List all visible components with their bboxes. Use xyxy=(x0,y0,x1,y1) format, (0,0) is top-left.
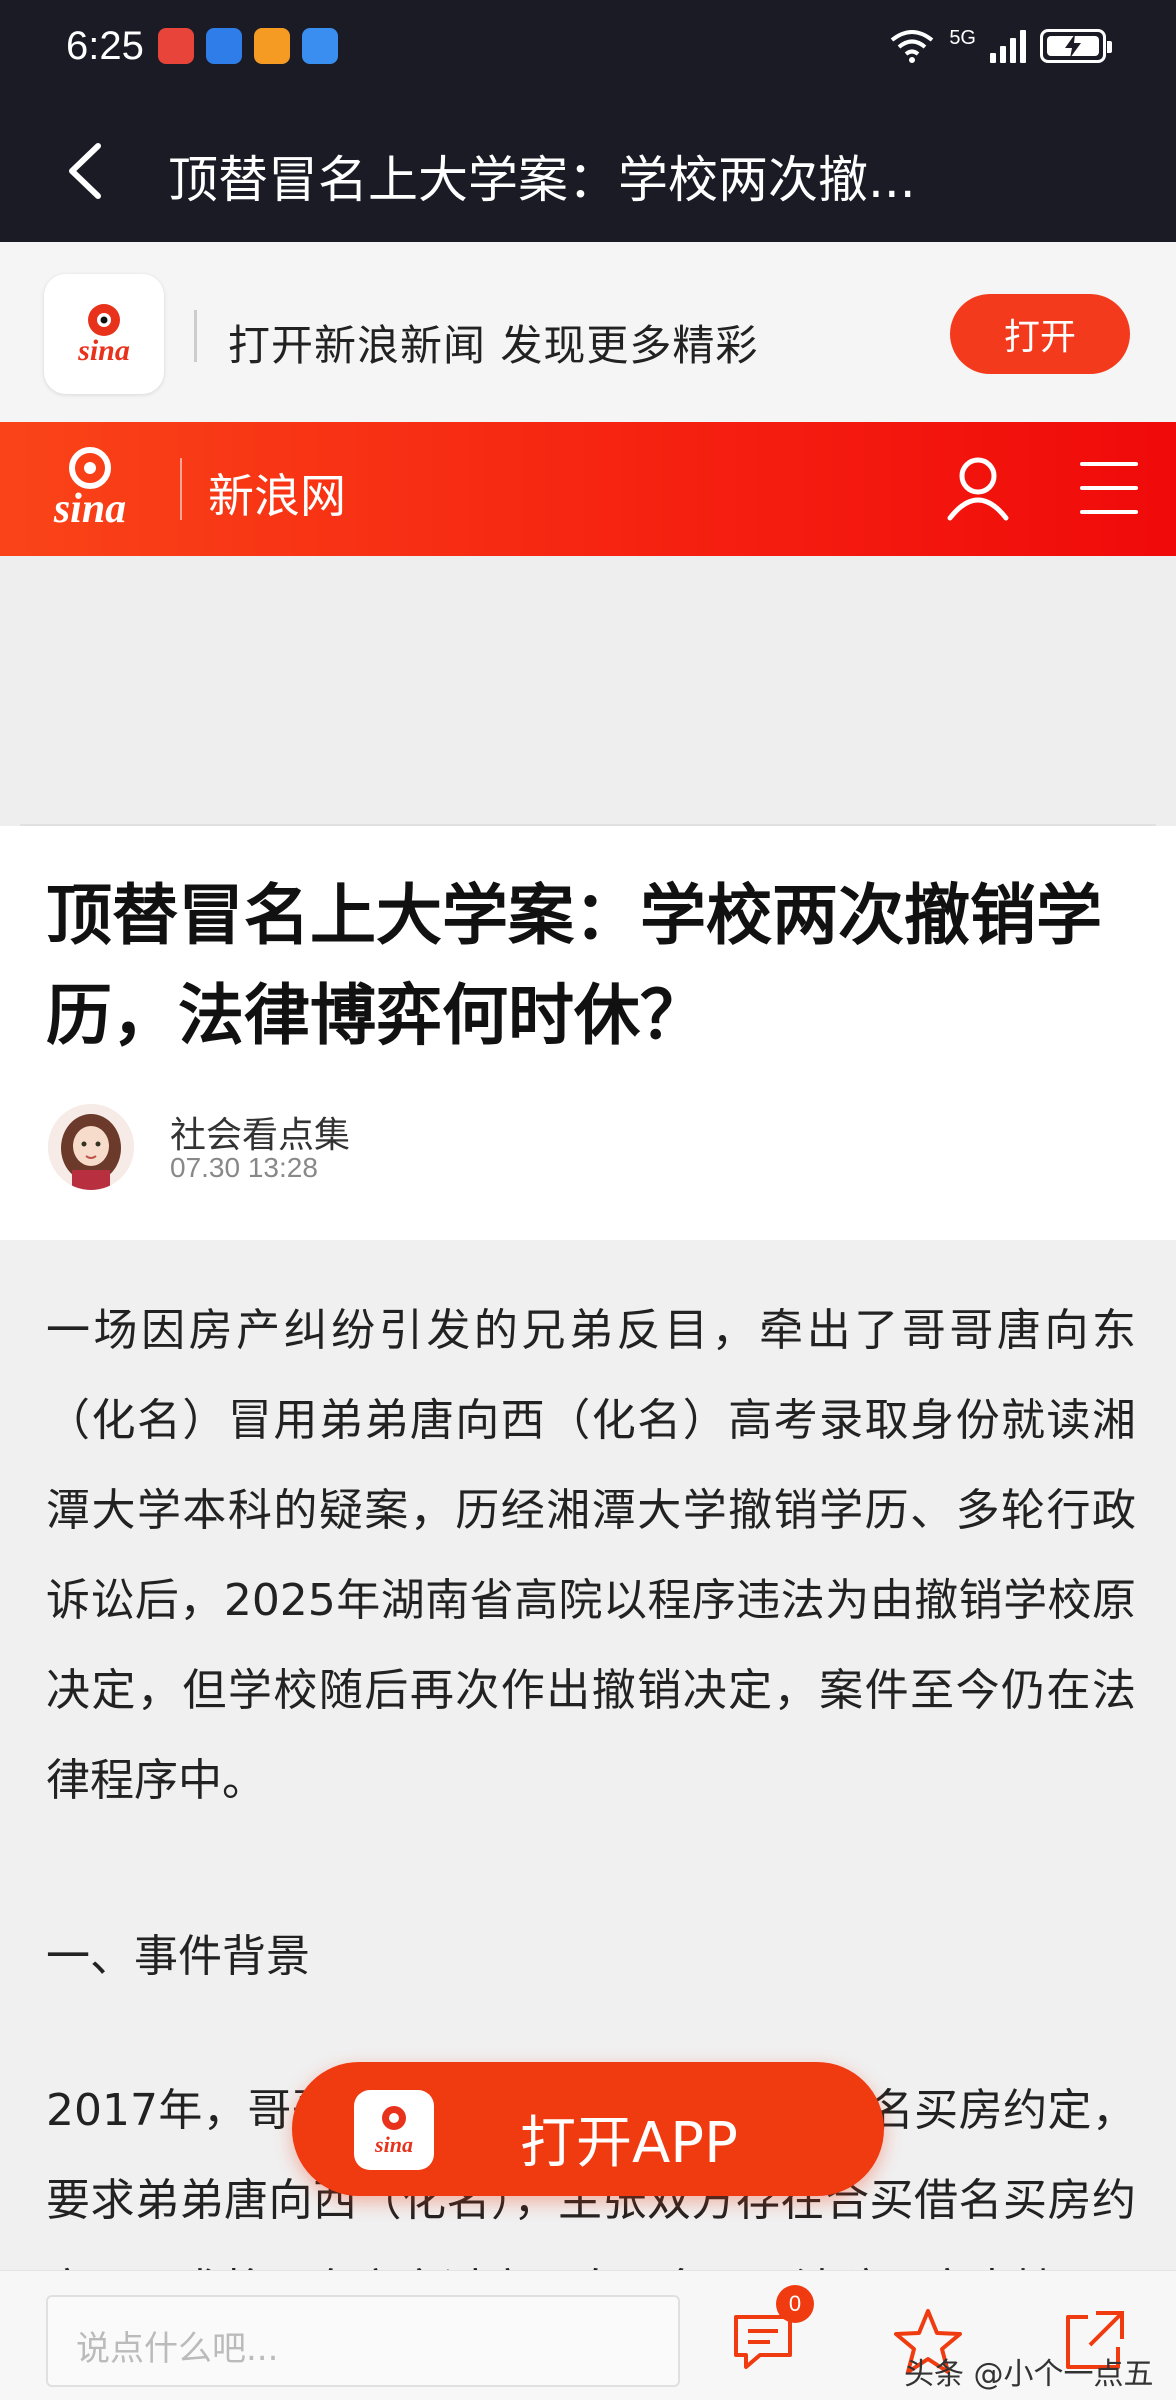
network-label: 5G xyxy=(949,26,976,49)
site-logo[interactable]: sina xyxy=(28,444,158,534)
ad-placeholder xyxy=(0,556,1176,826)
sina-logo-icon: sina xyxy=(77,304,130,367)
app-notification-icon xyxy=(302,28,338,64)
promo-text: 打开新浪新闻 发现更多精彩 xyxy=(228,321,759,370)
section-heading: 一、事件背景 xyxy=(46,1931,310,1982)
bottom-toolbar: 说点什么吧... 0 头条 @小个一点五 xyxy=(0,2270,1176,2400)
svg-text:sina: sina xyxy=(53,486,126,532)
divider xyxy=(194,310,197,362)
author-name[interactable]: 社会看点集 xyxy=(170,1106,350,1158)
article-title: 顶替冒名上大学案：学校两次撤销学历，法律博弈何时休？ xyxy=(46,877,1102,1054)
comment-count-badge: 0 xyxy=(776,2285,814,2323)
status-indicators: 5G xyxy=(889,26,1112,64)
app-notification-icon xyxy=(254,28,290,64)
wifi-icon xyxy=(891,30,934,63)
signal-icon xyxy=(990,29,1026,63)
watermark-text: 头条 @小个一点五 xyxy=(904,2357,1154,2392)
app-notification-icon xyxy=(158,28,194,64)
sina-app-logo: sina xyxy=(44,274,164,394)
publish-time: 07.30 13:28 xyxy=(170,1152,318,1183)
open-app-label: 打开APP xyxy=(520,2111,738,2176)
status-time: 6:25 xyxy=(66,24,144,68)
comment-input[interactable]: 说点什么吧... xyxy=(46,2295,680,2387)
sina-logo-icon: sina xyxy=(354,2090,434,2170)
battery-icon xyxy=(1040,29,1112,63)
app-notification-icon xyxy=(206,28,242,64)
status-bar: 6:25 5G xyxy=(0,0,1176,100)
title-bar: 顶替冒名上大学案：学校两次撤... xyxy=(0,100,1176,242)
svg-text:sina: sina xyxy=(374,2132,413,2157)
open-app-small-button[interactable]: 打开 xyxy=(950,294,1130,374)
back-arrow-icon xyxy=(69,143,101,199)
article-paragraph: 一场因房产纠纷引发的兄弟反目，牵出了哥哥唐向东（化名）冒用弟弟唐向西（化名）高考… xyxy=(46,1305,1136,1806)
article-header: 顶替冒名上大学案：学校两次撤销学历，法律博弈何时休？ 社会看点集 07.30 1… xyxy=(0,826,1176,1240)
app-promo-banner: sina 打开新浪新闻 发现更多精彩 打开 xyxy=(0,242,1176,422)
back-button[interactable] xyxy=(58,138,118,204)
page-title: 顶替冒名上大学案：学校两次撤... xyxy=(168,151,916,209)
site-header: sina 新浪网 xyxy=(0,422,1176,556)
svg-text:sina: sina xyxy=(77,334,130,367)
author-avatar[interactable] xyxy=(48,1104,134,1190)
user-icon[interactable] xyxy=(944,454,1012,522)
menu-icon[interactable] xyxy=(1080,462,1138,514)
site-name: 新浪网 xyxy=(208,469,346,523)
notification-icons xyxy=(158,28,338,64)
open-app-button[interactable]: sina 打开APP xyxy=(292,2062,884,2196)
sina-logo-icon: sina xyxy=(53,447,126,532)
divider xyxy=(180,458,182,520)
